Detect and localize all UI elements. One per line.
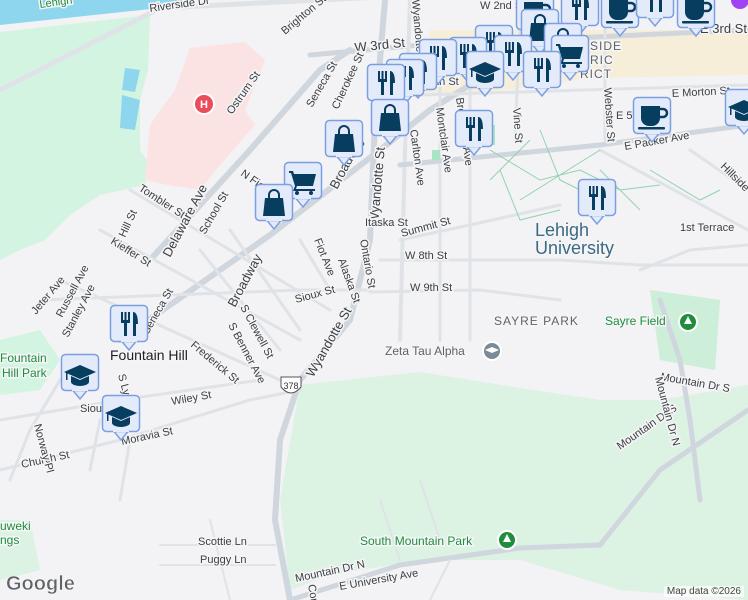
street-label: Vine St xyxy=(510,107,524,143)
poi-label: Zeta Tau Alpha xyxy=(385,344,465,358)
university-poi-marker[interactable] xyxy=(482,341,502,361)
university-label: University xyxy=(535,238,614,258)
street-label: Puggy Ln xyxy=(200,554,246,566)
area-label: SIDE xyxy=(590,39,622,53)
street-label: Siou xyxy=(80,403,102,415)
street-label: Itaska St xyxy=(365,217,408,229)
map-canvas[interactable]: Lehigh Riverside Dr Brighton St W 3rd St… xyxy=(0,0,748,600)
university-label: Lehigh xyxy=(535,220,589,240)
street-label: W 9th St xyxy=(410,282,452,294)
street-label: W 8th St xyxy=(405,250,447,262)
area-label: RIC xyxy=(590,53,614,67)
google-logo: Google xyxy=(6,573,75,596)
sayre-field-marker[interactable] xyxy=(678,312,698,332)
park-label: uweki xyxy=(0,519,31,533)
route-378-shield: 378 xyxy=(280,376,302,394)
street-label: 1st Terrace xyxy=(680,222,734,234)
street-label: Scottie Ln xyxy=(198,536,247,548)
park-label: Fountain xyxy=(0,351,47,365)
park-label: Sayre Field xyxy=(605,314,666,328)
area-label: SAYRE PARK xyxy=(494,314,579,328)
hospital-marker[interactable]: H xyxy=(193,93,215,115)
hospital-icon: H xyxy=(200,99,208,111)
street-label: Cor xyxy=(305,583,320,600)
park-label: Hill Park xyxy=(2,366,48,380)
park-label: South Mountain Park xyxy=(360,534,473,548)
svg-text:378: 378 xyxy=(283,381,298,391)
map-attribution[interactable]: Map data ©2026 xyxy=(663,586,744,597)
park-label: ngs xyxy=(0,533,19,547)
place-label: Fountain Hill xyxy=(110,347,188,363)
south-mountain-park-marker[interactable] xyxy=(497,530,517,550)
